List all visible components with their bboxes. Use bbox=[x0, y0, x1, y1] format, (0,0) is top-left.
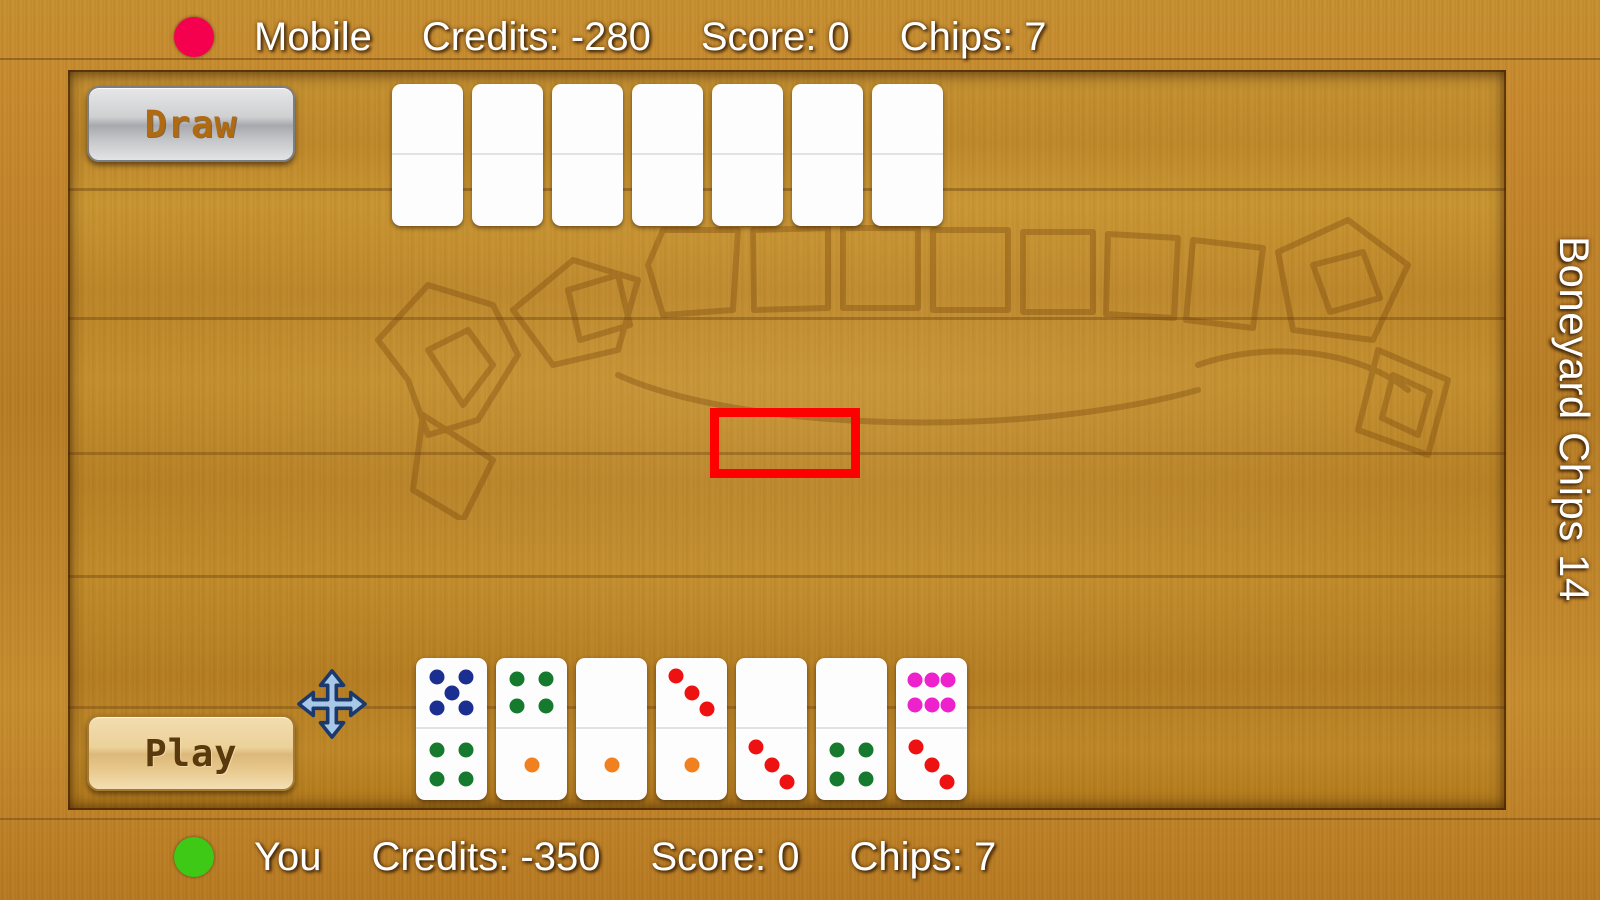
domino-pip bbox=[444, 685, 459, 700]
opponent-chips: Chips: 7 bbox=[899, 14, 1047, 59]
opponent-turn-indicator-dot bbox=[174, 17, 214, 57]
domino-pip bbox=[538, 698, 554, 714]
domino-pip bbox=[668, 668, 684, 684]
domino-pip bbox=[429, 669, 445, 685]
domino-tile[interactable] bbox=[736, 658, 807, 800]
domino-pip bbox=[858, 742, 874, 758]
opponent-status-bar: Mobile Credits: -280 Score: 0 Chips: 7 bbox=[0, 6, 1600, 68]
opponent-name: Mobile bbox=[254, 14, 372, 59]
domino-half-top bbox=[576, 658, 647, 729]
domino-half-top bbox=[712, 84, 783, 155]
domino-face-down bbox=[392, 84, 463, 226]
domino-half-top bbox=[496, 658, 567, 729]
domino-half-top bbox=[792, 84, 863, 155]
domino-pip bbox=[458, 742, 474, 758]
domino-pip bbox=[458, 700, 474, 716]
domino-pip bbox=[779, 774, 795, 790]
drop-target-highlight[interactable] bbox=[710, 408, 860, 478]
domino-half-top bbox=[736, 658, 807, 729]
boneyard-chips-label: Boneyard Chips 14 bbox=[1551, 236, 1598, 602]
player-hand[interactable] bbox=[416, 658, 967, 800]
domino-pip bbox=[458, 771, 474, 787]
domino-half-top bbox=[416, 658, 487, 729]
domino-face-down bbox=[632, 84, 703, 226]
opponent-score: Score: 0 bbox=[700, 14, 850, 59]
table-logo-watermark bbox=[318, 190, 1506, 520]
domino-pip bbox=[458, 669, 474, 685]
domino-tile[interactable] bbox=[896, 658, 967, 800]
domino-tile[interactable] bbox=[416, 658, 487, 800]
domino-half-bottom bbox=[872, 155, 943, 226]
domino-pip bbox=[684, 685, 699, 700]
domino-pip bbox=[829, 742, 845, 758]
domino-pip bbox=[908, 739, 924, 755]
domino-half-top bbox=[552, 84, 623, 155]
player-score: Score: 0 bbox=[650, 834, 800, 879]
domino-face-down bbox=[472, 84, 543, 226]
game-window: Mobile Credits: -280 Score: 0 Chips: 7 D… bbox=[0, 0, 1600, 900]
domino-half-bottom bbox=[472, 155, 543, 226]
domino-half-top bbox=[632, 84, 703, 155]
domino-pip bbox=[538, 671, 554, 687]
domino-pip bbox=[509, 698, 525, 714]
domino-pip bbox=[924, 697, 939, 713]
domino-face-down bbox=[792, 84, 863, 226]
player-credits: Credits: -350 bbox=[371, 834, 601, 879]
domino-pip bbox=[858, 771, 874, 787]
opponent-hand bbox=[392, 84, 943, 226]
domino-half-bottom bbox=[416, 729, 487, 800]
domino-half-top bbox=[472, 84, 543, 155]
play-button[interactable]: Play bbox=[87, 715, 295, 791]
domino-tile[interactable] bbox=[656, 658, 727, 800]
domino-half-top bbox=[392, 84, 463, 155]
domino-half-bottom bbox=[896, 729, 967, 800]
domino-half-top bbox=[896, 658, 967, 729]
domino-pip bbox=[748, 739, 764, 755]
domino-half-bottom bbox=[552, 155, 623, 226]
opponent-credits: Credits: -280 bbox=[421, 14, 651, 59]
domino-tile[interactable] bbox=[496, 658, 567, 800]
domino-half-bottom bbox=[576, 729, 647, 800]
domino-pip bbox=[604, 757, 619, 772]
player-name: You bbox=[254, 834, 322, 879]
domino-half-bottom bbox=[656, 729, 727, 800]
domino-pip bbox=[429, 742, 445, 758]
domino-tile[interactable] bbox=[816, 658, 887, 800]
domino-pip bbox=[829, 771, 845, 787]
domino-pip bbox=[939, 774, 955, 790]
domino-pip bbox=[429, 700, 445, 716]
domino-half-top bbox=[656, 658, 727, 729]
domino-pip bbox=[907, 672, 923, 688]
domino-pip bbox=[524, 757, 539, 772]
domino-tile[interactable] bbox=[576, 658, 647, 800]
player-turn-indicator-dot bbox=[174, 837, 214, 877]
domino-half-top bbox=[872, 84, 943, 155]
move-cursor-icon bbox=[296, 668, 368, 740]
domino-pip bbox=[699, 701, 715, 717]
domino-half-bottom bbox=[632, 155, 703, 226]
domino-pip bbox=[907, 697, 923, 713]
domino-pip bbox=[924, 672, 939, 688]
domino-pip bbox=[764, 757, 779, 772]
domino-pip bbox=[509, 671, 525, 687]
domino-face-down bbox=[872, 84, 943, 226]
domino-pip bbox=[684, 757, 699, 772]
domino-face-down bbox=[552, 84, 623, 226]
play-field[interactable]: Draw Play bbox=[68, 70, 1506, 810]
domino-half-bottom bbox=[712, 155, 783, 226]
domino-pip bbox=[924, 757, 939, 772]
player-chips: Chips: 7 bbox=[849, 834, 997, 879]
domino-pip bbox=[940, 697, 956, 713]
draw-button[interactable]: Draw bbox=[87, 86, 295, 162]
domino-half-top bbox=[816, 658, 887, 729]
domino-pip bbox=[940, 672, 956, 688]
domino-half-bottom bbox=[816, 729, 887, 800]
domino-half-bottom bbox=[792, 155, 863, 226]
player-status-bar: You Credits: -350 Score: 0 Chips: 7 bbox=[0, 818, 1600, 896]
domino-face-down bbox=[712, 84, 783, 226]
domino-half-bottom bbox=[392, 155, 463, 226]
domino-half-bottom bbox=[736, 729, 807, 800]
domino-pip bbox=[429, 771, 445, 787]
domino-half-bottom bbox=[496, 729, 567, 800]
